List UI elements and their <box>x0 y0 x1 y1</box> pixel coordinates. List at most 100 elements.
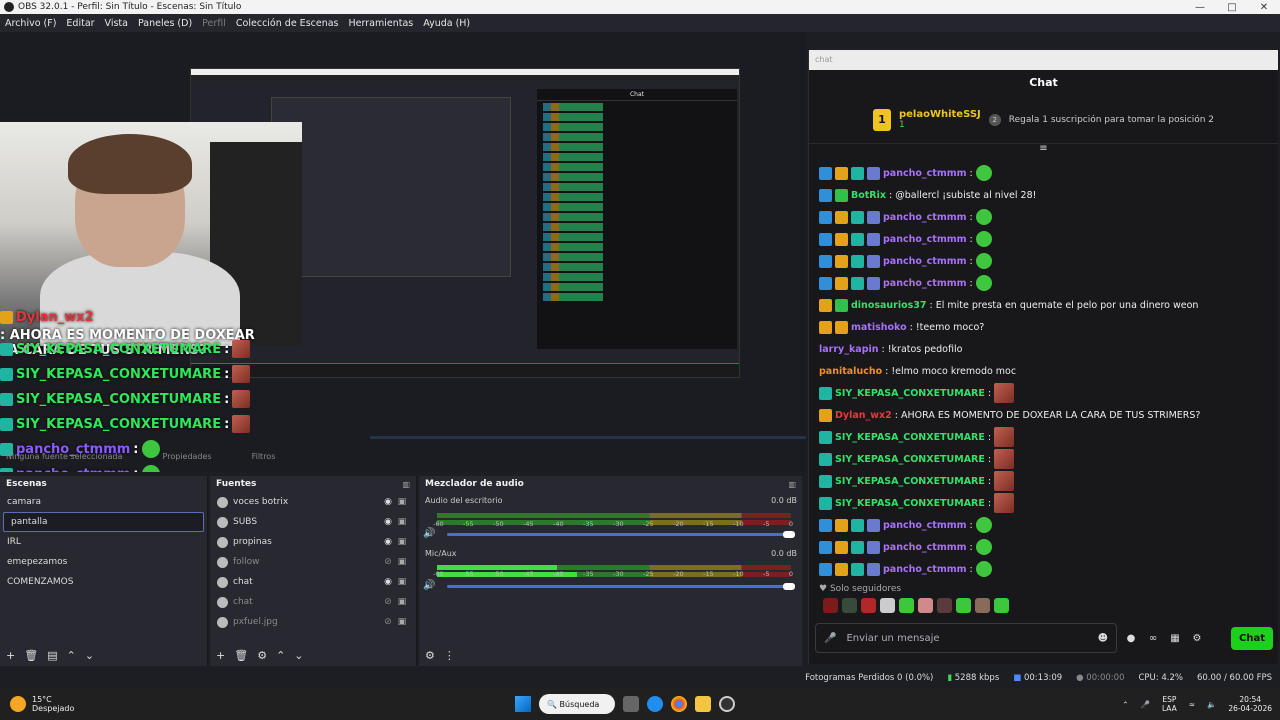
chat-username[interactable]: pancho_ctmmm <box>883 168 967 179</box>
chat-username[interactable]: SIY_KEPASA_CONXETUMARE <box>835 388 985 399</box>
chat-username[interactable]: pancho_ctmmm <box>883 212 967 223</box>
emote-icon[interactable] <box>842 598 857 613</box>
eye-icon[interactable]: ◉ <box>381 497 395 507</box>
emote-icon[interactable] <box>899 598 914 613</box>
add-icon[interactable]: + <box>216 649 225 662</box>
microphone-icon[interactable]: 🎤 <box>824 633 836 644</box>
source-item[interactable]: pxfuel.jpg ⊘ ▣ <box>210 612 416 632</box>
menu-item[interactable]: Vista <box>100 18 133 29</box>
emote-icon[interactable] <box>880 598 895 613</box>
volume-slider[interactable] <box>447 585 791 588</box>
eye-icon[interactable]: ◉ <box>381 537 395 547</box>
wifi-icon[interactable]: ≈ <box>1189 700 1195 709</box>
language[interactable]: ESP <box>1162 695 1177 704</box>
users-icon[interactable]: ● <box>1123 633 1139 644</box>
gear-icon[interactable]: ⚙ <box>257 649 267 662</box>
chevron-down-icon[interactable]: ⌄ <box>85 649 94 662</box>
filter-icon[interactable]: ▤ <box>47 649 57 662</box>
emote-icon[interactable] <box>956 598 971 613</box>
eye-off-icon[interactable]: ⊘ <box>381 617 395 627</box>
obs-taskbar-icon[interactable] <box>719 696 735 712</box>
more-icon[interactable]: ⋮ <box>444 649 455 662</box>
link-icon[interactable]: ∞ <box>1145 633 1161 644</box>
chrome-icon[interactable] <box>671 696 687 712</box>
menu-item[interactable]: Ayuda (H) <box>418 18 475 29</box>
scene-item[interactable]: pantalla <box>3 512 204 532</box>
lock-icon[interactable]: ▣ <box>395 537 409 547</box>
menu-item[interactable]: Editar <box>61 18 99 29</box>
chat-username[interactable]: SIY_KEPASA_CONXETUMARE <box>835 476 985 487</box>
volume-slider-knob[interactable] <box>783 531 795 538</box>
trash-icon[interactable]: 🗑 <box>234 649 248 662</box>
chat-username[interactable]: SIY_KEPASA_CONXETUMARE <box>835 498 985 509</box>
chat-username[interactable]: SIY_KEPASA_CONXETUMARE <box>835 454 985 465</box>
emote-icon[interactable] <box>975 598 990 613</box>
source-item[interactable]: propinas ◉ ▣ <box>210 532 416 552</box>
chat-username[interactable]: Dylan_wx2 <box>835 410 892 421</box>
chat-username[interactable]: pancho_ctmmm <box>883 564 967 575</box>
scene-item[interactable]: emepezamos <box>0 552 207 572</box>
lock-icon[interactable]: ▣ <box>395 517 409 527</box>
menu-item[interactable]: Archivo (F) <box>0 18 61 29</box>
speaker-icon[interactable]: 🔊 <box>423 580 435 591</box>
volume-slider[interactable] <box>447 533 791 536</box>
emote-icon[interactable] <box>861 598 876 613</box>
eye-icon[interactable]: ◉ <box>381 577 395 587</box>
chat-username[interactable]: BotRix <box>851 190 886 201</box>
source-item[interactable]: chat ◉ ▣ <box>210 572 416 592</box>
close-icon[interactable]: ✕ <box>1248 2 1280 13</box>
chat-username[interactable]: larry_kapin <box>819 344 879 355</box>
scene-item[interactable]: IRL <box>0 532 207 552</box>
chat-input[interactable]: 🎤 Enviar un mensaje ☻ <box>815 623 1117 653</box>
chevron-up-icon[interactable]: ⌃ <box>276 649 285 662</box>
properties-button[interactable]: Propiedades <box>163 452 212 461</box>
source-item[interactable]: chat ⊘ ▣ <box>210 592 416 612</box>
menu-item[interactable]: Colección de Escenas <box>231 18 344 29</box>
eye-off-icon[interactable]: ⊘ <box>381 557 395 567</box>
chat-username[interactable]: panitalucho <box>819 366 882 377</box>
eye-off-icon[interactable]: ⊘ <box>381 597 395 607</box>
lock-icon[interactable]: ▣ <box>395 617 409 627</box>
emote-icon[interactable] <box>937 598 952 613</box>
gear-icon[interactable]: ⚙ <box>1189 633 1205 644</box>
chevron-down-icon[interactable]: ⌄ <box>294 649 303 662</box>
chevron-up-icon[interactable]: ⌃ <box>1122 700 1128 709</box>
chat-username[interactable]: SIY_KEPASA_CONXETUMARE <box>835 432 985 443</box>
preview-canvas[interactable]: Chat Dylan_wx2: AHORA ES MOMENTO DE DOXE… <box>0 32 806 472</box>
speaker-icon[interactable]: 🔊 <box>423 528 435 539</box>
scene-item[interactable]: camara <box>0 492 207 512</box>
store-icon[interactable]: ▦ <box>1167 633 1183 644</box>
chat-username[interactable]: pancho_ctmmm <box>883 234 967 245</box>
scene-item[interactable]: COMENZAMOS <box>0 572 207 592</box>
menu-item[interactable]: Herramientas <box>344 18 419 29</box>
collapse-icon[interactable]: ≡ <box>809 144 1278 154</box>
chat-username[interactable]: pancho_ctmmm <box>883 278 967 289</box>
weather-widget[interactable]: 15°C Despejado <box>0 695 74 713</box>
emote-icon[interactable] <box>994 598 1009 613</box>
file-explorer-icon[interactable] <box>695 696 711 712</box>
menu-item[interactable]: Paneles (D) <box>133 18 197 29</box>
chat-dock-tab[interactable]: chat <box>809 50 1278 70</box>
source-item[interactable]: follow ⊘ ▣ <box>210 552 416 572</box>
volume-icon[interactable]: 🔈 <box>1207 700 1216 709</box>
minimize-icon[interactable]: — <box>1184 2 1216 13</box>
lock-icon[interactable]: ▣ <box>395 597 409 607</box>
microphone-icon[interactable]: 🎤 <box>1141 700 1150 709</box>
chat-username[interactable]: dinosaurios37 <box>851 300 927 311</box>
trash-icon[interactable]: 🗑 <box>24 649 38 662</box>
lock-icon[interactable]: ▣ <box>395 557 409 567</box>
filters-button[interactable]: Filtros <box>252 452 276 461</box>
edge-icon[interactable] <box>647 696 663 712</box>
add-icon[interactable]: + <box>6 649 15 662</box>
source-item[interactable]: voces botrix ◉ ▣ <box>210 492 416 512</box>
windows-start-icon[interactable] <box>515 696 531 712</box>
chevron-up-icon[interactable]: ⌃ <box>67 649 76 662</box>
chat-username[interactable]: pancho_ctmmm <box>883 542 967 553</box>
gifter-name[interactable]: pelaoWhiteSSJ <box>899 109 981 120</box>
undock-icon[interactable]: ▥ <box>402 480 410 489</box>
chat-username[interactable]: pancho_ctmmm <box>883 256 967 267</box>
emote-icon[interactable] <box>918 598 933 613</box>
maximize-icon[interactable]: □ <box>1216 2 1248 13</box>
chat-username[interactable]: pancho_ctmmm <box>883 520 967 531</box>
menu-item[interactable]: Perfil <box>197 18 231 29</box>
